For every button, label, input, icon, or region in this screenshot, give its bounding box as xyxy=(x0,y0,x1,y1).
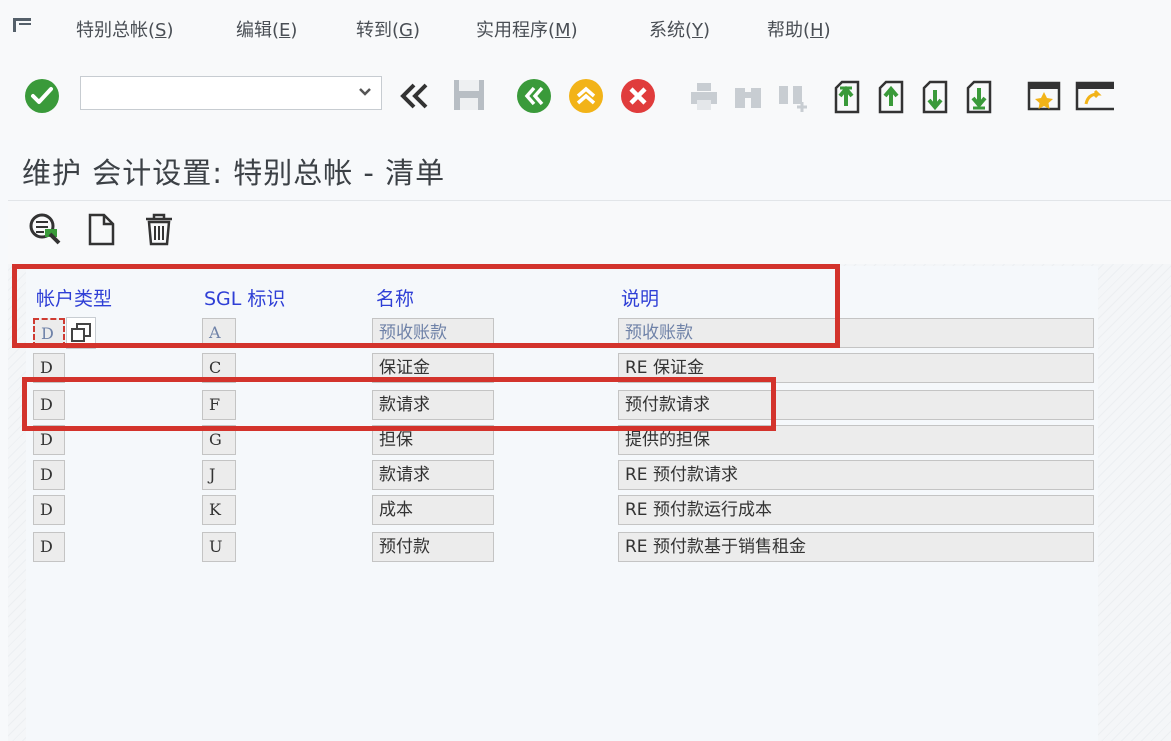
previous-page-icon[interactable] xyxy=(874,78,908,114)
cancel-icon[interactable] xyxy=(620,78,656,114)
exit-icon[interactable] xyxy=(568,78,604,114)
collapse-double-left-icon[interactable] xyxy=(398,82,432,110)
menu-bar: 特别总帐(S) 编辑(E) 转到(G) 实用程序(M) 系统(Y) 帮助(H) xyxy=(0,0,1171,57)
highlight-box-header xyxy=(12,264,840,348)
menu-goto[interactable]: 转到(G) xyxy=(356,16,420,42)
cell-account-type[interactable]: D xyxy=(33,495,65,525)
print-icon xyxy=(691,83,717,110)
cell-account-type[interactable]: D xyxy=(33,460,65,490)
back-icon[interactable] xyxy=(516,78,552,114)
menu-system[interactable]: 系统(Y) xyxy=(649,16,710,42)
cell-description[interactable]: RE 预付款运行成本 xyxy=(618,495,1094,525)
cell-sgl-indicator[interactable]: J xyxy=(202,460,236,490)
last-page-icon[interactable] xyxy=(962,78,996,114)
menu-toggle-icon[interactable] xyxy=(12,16,34,36)
details-icon[interactable] xyxy=(28,212,62,246)
find-icon xyxy=(735,88,761,108)
cell-description[interactable]: RE 预付款基于销售租金 xyxy=(618,532,1094,562)
application-toolbar xyxy=(8,202,1171,264)
new-entry-icon[interactable] xyxy=(86,212,116,246)
bookmark-icon[interactable] xyxy=(1026,78,1062,114)
menu-edit[interactable]: 编辑(E) xyxy=(236,16,297,42)
highlight-box-row xyxy=(22,377,776,431)
page-title: 维护 会计设置: 特别总帐 - 清单 xyxy=(22,156,446,190)
cell-sgl-indicator[interactable]: U xyxy=(202,532,236,562)
next-page-icon[interactable] xyxy=(918,78,952,114)
find-next-icon xyxy=(779,86,807,112)
delete-icon[interactable] xyxy=(142,212,176,246)
cell-name[interactable]: 成本 xyxy=(372,495,494,525)
menu-help[interactable]: 帮助(H) xyxy=(767,16,831,42)
menu-special-gl[interactable]: 特别总帐(S) xyxy=(76,16,174,42)
cell-description[interactable]: RE 预付款请求 xyxy=(618,460,1094,490)
cell-name[interactable]: 预付款 xyxy=(372,532,494,562)
command-input[interactable] xyxy=(85,77,349,109)
save-icon[interactable] xyxy=(452,78,486,112)
chevron-down-icon[interactable] xyxy=(357,84,373,100)
cell-sgl-indicator[interactable]: K xyxy=(202,495,236,525)
shortcut-icon[interactable] xyxy=(1074,78,1114,114)
title-divider xyxy=(8,200,1171,201)
enter-check-icon[interactable] xyxy=(24,78,60,114)
cell-name[interactable]: 款请求 xyxy=(372,460,494,490)
command-field[interactable] xyxy=(80,76,382,110)
first-page-icon[interactable] xyxy=(830,78,864,114)
cell-account-type[interactable]: D xyxy=(33,532,65,562)
menu-utilities[interactable]: 实用程序(M) xyxy=(476,16,578,42)
